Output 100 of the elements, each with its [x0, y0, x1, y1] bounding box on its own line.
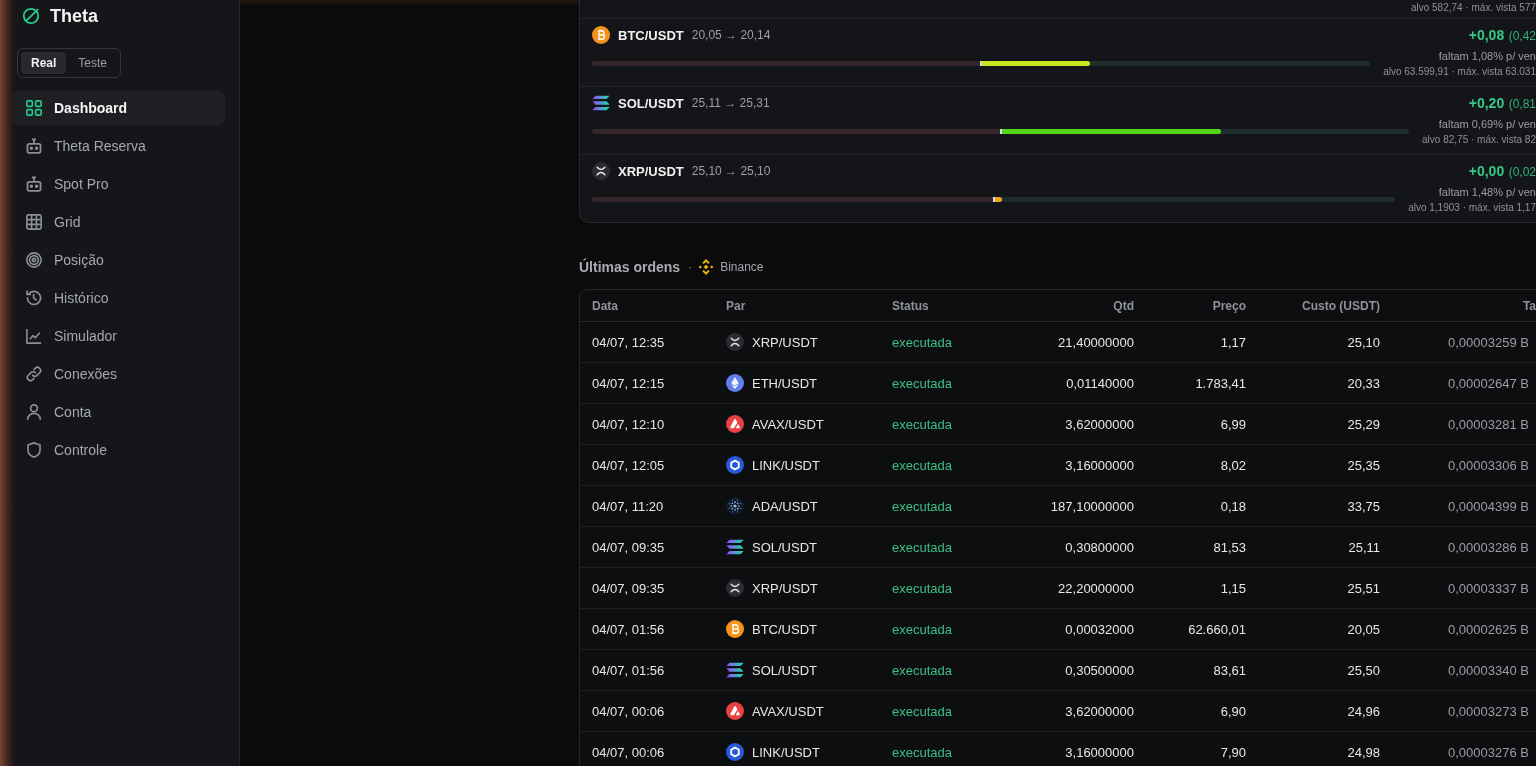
pair-name: AVAX/USDT [752, 416, 824, 432]
table-cell-text: 20,05 [1346, 620, 1381, 639]
pair-name: SOL/USDT [752, 539, 817, 555]
robot-icon [26, 138, 42, 154]
nav-item[interactable]: Simulador [12, 318, 225, 354]
remaining-text: faltam 1,48% p/ ven [1437, 185, 1536, 199]
status-text: executada [891, 497, 953, 516]
table-cell-text: 62.660,01 [1187, 620, 1247, 639]
nav-item[interactable]: Dashboard [12, 90, 225, 126]
table-cell-text: 0,00032000 [1064, 620, 1135, 639]
pair-name: LINK/USDT [752, 744, 820, 760]
profit-percent: (0,42 [1508, 29, 1536, 43]
table-cell-text: 04/07, 12:35 [591, 333, 666, 352]
pair-name: SOL/USDT [752, 662, 817, 678]
pair-name: BTC/USDT [752, 621, 817, 637]
remaining-text: faltam 1,08% p/ ven [1437, 49, 1536, 63]
profit-value: +0,00 [1468, 163, 1505, 179]
status-text: executada [891, 333, 953, 352]
column-header: Custo (USDT) [1301, 297, 1381, 315]
table-cell-text: 25,11 [1347, 538, 1381, 557]
midpoint-marker-icon [999, 129, 1002, 134]
table-cell-text: 04/07, 00:06 [591, 743, 666, 762]
target-info: alvo 582,74 · máx. vista 577 [1410, 2, 1536, 13]
pair-name: ADA/USDT [752, 498, 818, 514]
table-cell-text: 0,00002647 B [1447, 374, 1530, 393]
column-header: Par [725, 297, 747, 315]
pair-name: BTC/USDT [618, 27, 684, 43]
table-cell-text: 0,00003276 B [1447, 743, 1530, 762]
section-title: Últimas ordens [579, 259, 681, 275]
nav-item[interactable]: Theta Reserva [12, 128, 225, 164]
table-cell-text: 21,40000000 [1057, 333, 1135, 352]
status-text: executada [891, 456, 953, 475]
separator: · [688, 260, 693, 274]
stripes-icon [726, 661, 744, 679]
price-range: 20,05 → 20,14 [691, 28, 771, 42]
price-range: 25,11 → 25,31 [691, 96, 770, 110]
table-cell-text: 33,75 [1346, 497, 1381, 516]
table-cell-text: 24,98 [1346, 743, 1381, 762]
table-cell-text: 1,15 [1219, 579, 1247, 598]
table-cell-text: 0,00002625 B [1447, 620, 1530, 639]
stripes-icon [592, 94, 610, 112]
status-text: executada [891, 579, 953, 598]
profit-value: +0,20 [1468, 95, 1505, 111]
table-cell-text: 0,30500000 [1064, 661, 1135, 680]
column-header: Status [891, 297, 930, 315]
status-text: executada [891, 538, 953, 557]
pair-name: ETH/USDT [752, 375, 817, 391]
table-cell-text: 3,62000000 [1064, 702, 1135, 721]
mode-option[interactable]: Teste [68, 52, 118, 74]
profit-value: +0,08 [1468, 27, 1505, 43]
nav-item[interactable]: Grid [12, 204, 225, 240]
table-cell-text: 25,50 [1346, 661, 1381, 680]
nav-item[interactable]: Posição [12, 242, 225, 278]
mode-option[interactable]: Real [21, 52, 67, 74]
table-cell-text: 81,53 [1212, 538, 1247, 557]
table-cell-text: 0,18 [1219, 497, 1247, 516]
table-cell-text: 6,99 [1219, 415, 1247, 434]
table-cell-text: 0,00003259 B [1447, 333, 1530, 352]
coin-icon [592, 26, 610, 44]
status-text: executada [891, 702, 953, 721]
nav-item[interactable]: Controle [12, 432, 225, 468]
grid-icon [26, 214, 42, 230]
table-cell-text: 0,00003306 B [1447, 456, 1530, 475]
table-cell-text: 1.783,41 [1194, 374, 1247, 393]
pair-name: AVAX/USDT [752, 703, 824, 719]
cross-coin-icon [726, 579, 744, 597]
table-cell-text: 04/07, 01:56 [591, 620, 666, 639]
table-cell-text: 24,96 [1346, 702, 1381, 721]
exchange-name: Binance [720, 260, 764, 274]
dotted-coin-icon [726, 497, 744, 515]
table-cell-text: 3,16000000 [1064, 743, 1135, 762]
coin-icon [726, 620, 744, 638]
target-info: alvo 1,1903 · máx. vista 1,17 [1408, 201, 1536, 214]
table-cell-text: 04/07, 12:05 [591, 456, 666, 475]
table-cell-text: 0,30800000 [1064, 538, 1135, 557]
table-cell-text: 04/07, 01:56 [591, 661, 666, 680]
pair-name: LINK/USDT [752, 457, 820, 473]
cross-coin-icon [726, 333, 744, 351]
status-text: executada [891, 415, 953, 434]
nav-item[interactable]: Conta [12, 394, 225, 430]
nav-item[interactable]: Spot Pro [12, 166, 225, 202]
line-chart-icon [26, 328, 42, 344]
status-text: executada [891, 620, 953, 639]
midpoint-marker-icon [980, 61, 983, 66]
table-cell-text: 04/07, 00:06 [591, 702, 666, 721]
table-cell-text: 04/07, 09:35 [591, 579, 666, 598]
table-cell-text: 83,61 [1212, 661, 1247, 680]
table-cell-text: 0,00003273 B [1447, 702, 1530, 721]
table-cell-text: 0,00004399 B [1447, 497, 1530, 516]
triangle-coin-icon [726, 702, 744, 720]
table-cell-text: 25,10 [1346, 333, 1381, 352]
squares-grid-icon [26, 100, 42, 116]
table-cell-text: 25,51 [1346, 579, 1381, 598]
stripes-icon [726, 538, 744, 556]
target-info: alvo 82,75 · máx. vista 82 [1422, 133, 1536, 146]
nav-item[interactable]: Conexões [12, 356, 225, 392]
user-icon [26, 404, 42, 420]
nav-item[interactable]: Histórico [12, 280, 225, 316]
exchange-logo-icon [698, 259, 715, 275]
status-text: executada [891, 661, 953, 680]
